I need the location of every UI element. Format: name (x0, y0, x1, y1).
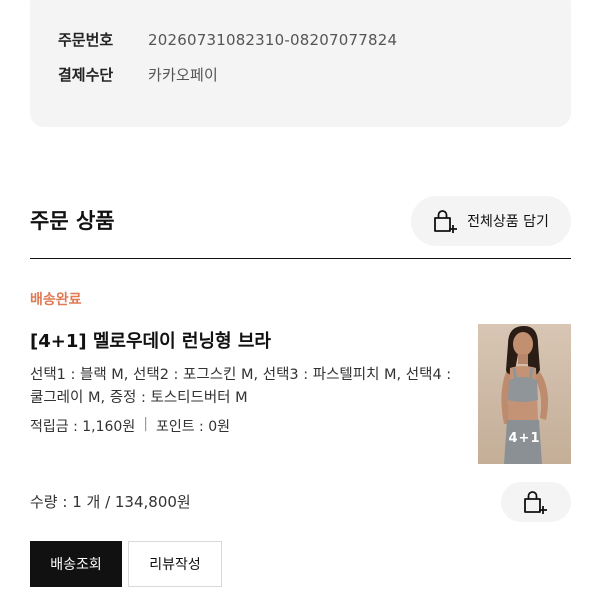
cart-add-icon (434, 210, 458, 233)
points-used: 포인트 : 0원 (155, 419, 230, 435)
order-number-label: 주문번호 (58, 31, 114, 49)
add-all-to-cart-button[interactable]: 전체상품 담기 (411, 196, 571, 246)
delivery-status: 배송완료 (30, 292, 82, 308)
add-to-cart-button[interactable] (501, 482, 571, 522)
product-thumbnail[interactable]: 4+1 (478, 324, 571, 464)
product-options: 선택1 : 블랙 M, 선택2 : 포그스킨 M, 선택3 : 파스텔피치 M,… (30, 367, 452, 406)
points-separator: | (143, 416, 148, 432)
quantity-price: 수량 : 1 개 / 134,800원 (30, 493, 191, 511)
points-earned: 적립금 : 1,160원 (30, 419, 136, 435)
thumbnail-badge: 4+1 (508, 431, 541, 446)
track-delivery-button[interactable]: 배송조회 (30, 541, 122, 587)
points-info: 적립금 : 1,160원 | 포인트 : 0원 (30, 416, 230, 436)
order-number-value: 20260731082310-08207077824 (148, 30, 398, 49)
payment-method-row: 결제수단 카카오페이 (58, 64, 218, 85)
product-name[interactable]: [4+1] 멜로우데이 런닝형 브라 (30, 327, 271, 353)
section-divider (30, 258, 571, 259)
order-number-row: 주문번호 20260731082310-08207077824 (58, 29, 397, 50)
add-all-label: 전체상품 담기 (467, 214, 549, 230)
payment-method-value: 카카오페이 (148, 66, 219, 84)
cart-add-icon (524, 491, 547, 514)
payment-method-label: 결제수단 (58, 66, 114, 84)
write-review-button[interactable]: 리뷰작성 (128, 541, 222, 587)
section-title: 주문 상품 (30, 209, 115, 233)
